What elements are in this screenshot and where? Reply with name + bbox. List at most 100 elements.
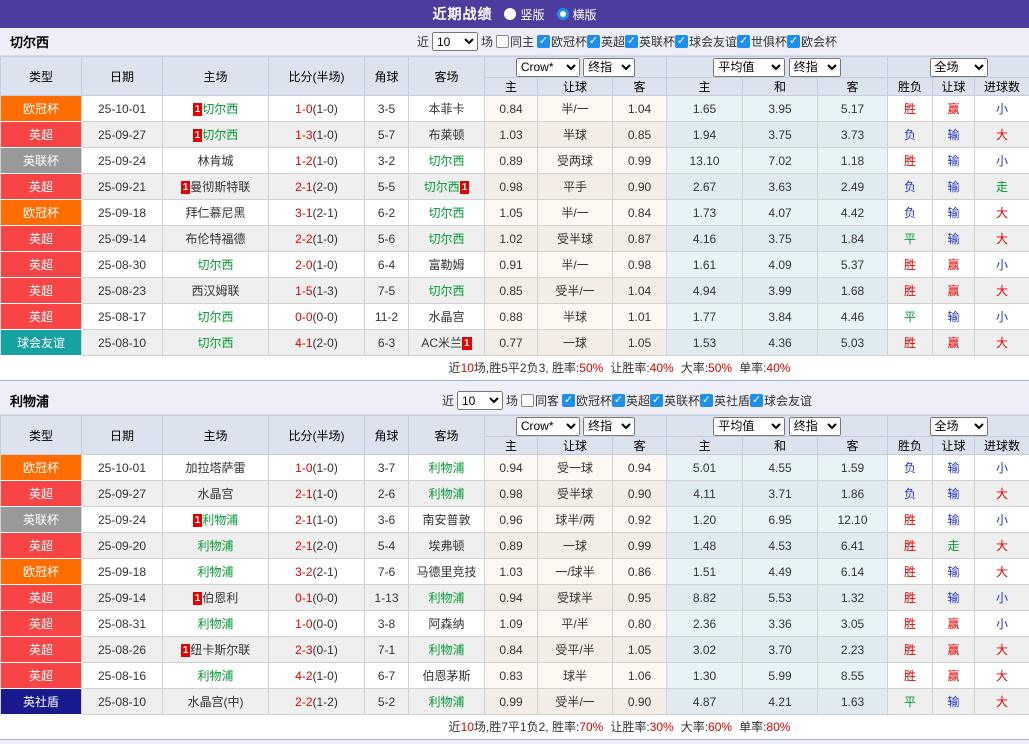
checkbox-checked-icon[interactable]: ✓ [625, 35, 638, 48]
match-row: 英超25-09-211曼彻斯特联2-1(2-0)5-5切尔西10.98平手0.9… [1, 174, 1029, 200]
checkbox-checked-icon[interactable]: ✓ [700, 394, 713, 407]
match-row: 英超25-08-261纽卡斯尔联2-3(0-1)7-1利物浦0.84受平/半1.… [1, 637, 1029, 663]
avg-draw-cell: 3.63 [743, 174, 818, 200]
competition-badge: 英联杯 [1, 148, 82, 174]
final-odds-select[interactable]: 终指 [583, 417, 635, 436]
match-scope-select[interactable]: 全场 [930, 58, 988, 77]
league-filter-checkbox[interactable]: ✓欧会杯 [787, 33, 837, 50]
same-venue-checkbox[interactable]: 同主 [496, 33, 534, 50]
odds-away-cell: 0.94 [613, 455, 667, 481]
date-cell: 25-10-01 [82, 455, 163, 481]
avg-away-cell: 2.49 [818, 174, 888, 200]
away-team-cell: 埃弗顿 [409, 533, 485, 559]
avg-draw-cell: 3.84 [743, 304, 818, 330]
final-odds-select[interactable]: 终指 [583, 58, 635, 77]
league-filter-checkbox[interactable]: ✓英联杯 [650, 392, 700, 409]
handicap-cell: 受半球 [538, 226, 613, 252]
games-count-select[interactable]: 10 [457, 391, 503, 410]
corner-cell: 5-4 [365, 533, 409, 559]
radio-selected-icon[interactable] [504, 8, 516, 20]
goals-result-cell: 大 [975, 559, 1029, 585]
home-team-cell: 1利物浦 [163, 507, 269, 533]
league-label: 英社盾 [714, 392, 750, 409]
date-cell: 25-09-18 [82, 559, 163, 585]
away-team-name: 布莱顿 [428, 128, 464, 142]
handicap-result-cell: 赢 [933, 96, 975, 122]
odds-away-cell: 0.90 [613, 174, 667, 200]
league-label: 英联杯 [664, 392, 700, 409]
league-filter-checkbox[interactable]: ✓英联杯 [625, 33, 675, 50]
result-cell: 胜 [888, 559, 933, 585]
match-row: 欧冠杯25-10-011切尔西1-0(1-0)3-5本菲卡0.84半/一1.04… [1, 96, 1029, 122]
match-scope-select[interactable]: 全场 [930, 417, 988, 436]
avg-away-cell: 1.68 [818, 278, 888, 304]
league-filter-checkbox[interactable]: ✓英超 [587, 33, 625, 50]
competition-badge: 英超 [1, 226, 82, 252]
subheader-avg-home: 主 [667, 78, 743, 96]
odds-away-cell: 0.80 [613, 611, 667, 637]
checkbox-checked-icon[interactable]: ✓ [587, 35, 600, 48]
away-team-cell: 本菲卡 [409, 96, 485, 122]
league-filter-checkbox[interactable]: ✓欧冠杯 [562, 392, 612, 409]
corner-cell: 5-6 [365, 226, 409, 252]
home-team-cell: 1伯恩利 [163, 585, 269, 611]
checkbox-checked-icon[interactable]: ✓ [675, 35, 688, 48]
result-cell: 胜 [888, 330, 933, 356]
match-row: 英超25-08-23西汉姆联1-5(1-3)7-5切尔西0.85受半/一1.04… [1, 278, 1029, 304]
same-venue-checkbox[interactable]: 同客 [521, 392, 559, 409]
average-odds-select[interactable]: 平均值 [713, 58, 785, 77]
column-header-date: 日期 [82, 416, 163, 455]
halftime-score: (1-0) [313, 154, 338, 168]
checkbox-checked-icon[interactable]: ✓ [787, 35, 800, 48]
away-team-name: 利物浦 [428, 487, 464, 501]
avg-home-cell: 13.10 [667, 148, 743, 174]
column-header-away: 客场 [409, 57, 485, 96]
games-count-select[interactable]: 10 [432, 32, 478, 51]
checkbox-checked-icon[interactable]: ✓ [612, 394, 625, 407]
league-filter-checkbox[interactable]: ✓欧冠杯 [537, 33, 587, 50]
checkbox-checked-icon[interactable]: ✓ [650, 394, 663, 407]
goals-result-cell: 小 [975, 252, 1029, 278]
odds-provider-select[interactable]: Crow* [516, 58, 580, 77]
avg-draw-cell: 3.70 [743, 637, 818, 663]
competition-badge: 欧冠杯 [1, 559, 82, 585]
halftime-score: (0-0) [313, 310, 338, 324]
away-team-name: 切尔西 [428, 206, 464, 220]
checkbox-checked-icon[interactable]: ✓ [737, 35, 750, 48]
odds-away-cell: 0.95 [613, 585, 667, 611]
subheader-away-odds: 客 [613, 78, 667, 96]
away-team-cell: 切尔西 [409, 200, 485, 226]
league-filter-checkbox[interactable]: ✓球会友谊 [750, 392, 812, 409]
away-team-name: 富勒姆 [428, 258, 464, 272]
title-bar: 近期战绩 竖版 横版 [0, 0, 1029, 28]
league-filter-checkbox[interactable]: ✓球会友谊 [675, 33, 737, 50]
subheader-goals: 进球数 [975, 78, 1029, 96]
checkbox-checked-icon[interactable]: ✓ [537, 35, 550, 48]
league-filter-checkbox[interactable]: ✓英社盾 [700, 392, 750, 409]
final-odds-select[interactable]: 终指 [789, 417, 841, 436]
checkbox-unchecked-icon[interactable] [521, 394, 534, 407]
match-row: 英超25-09-141伯恩利0-1(0-0)1-13利物浦0.94受球半0.95… [1, 585, 1029, 611]
checkbox-checked-icon[interactable]: ✓ [562, 394, 575, 407]
average-odds-select[interactable]: 平均值 [713, 417, 785, 436]
league-filter-checkbox[interactable]: ✓世俱杯 [737, 33, 787, 50]
competition-badge: 英超 [1, 663, 82, 689]
column-header-home: 主场 [163, 57, 269, 96]
odds-provider-select[interactable]: Crow* [516, 417, 580, 436]
handicap-cell: 平手 [538, 174, 613, 200]
final-odds-select[interactable]: 终指 [789, 58, 841, 77]
checkbox-unchecked-icon[interactable] [496, 35, 509, 48]
match-row: 英社盾25-08-10水晶宫(中)2-2(1-2)5-2利物浦0.99受半/一0… [1, 689, 1029, 715]
layout-vertical-radio[interactable]: 竖版 [504, 6, 544, 23]
score-cell: 1-0(1-0) [269, 96, 365, 122]
league-filter-checkbox[interactable]: ✓英超 [612, 392, 650, 409]
checkbox-checked-icon[interactable]: ✓ [750, 394, 763, 407]
fulltime-score: 1-5 [295, 284, 312, 298]
layout-horizontal-radio[interactable]: 横版 [557, 6, 597, 23]
team-section-chelsea: 切尔西 近 10 场 同主 ✓欧冠杯✓英超✓英联杯✓球会友谊✓世俱杯✓欧会杯 类… [0, 28, 1029, 380]
away-team-name: 利物浦 [428, 461, 464, 475]
radio-unselected-icon[interactable] [557, 8, 569, 20]
avg-home-cell: 1.61 [667, 252, 743, 278]
avg-home-cell: 1.48 [667, 533, 743, 559]
halftime-score: (2-0) [313, 180, 338, 194]
